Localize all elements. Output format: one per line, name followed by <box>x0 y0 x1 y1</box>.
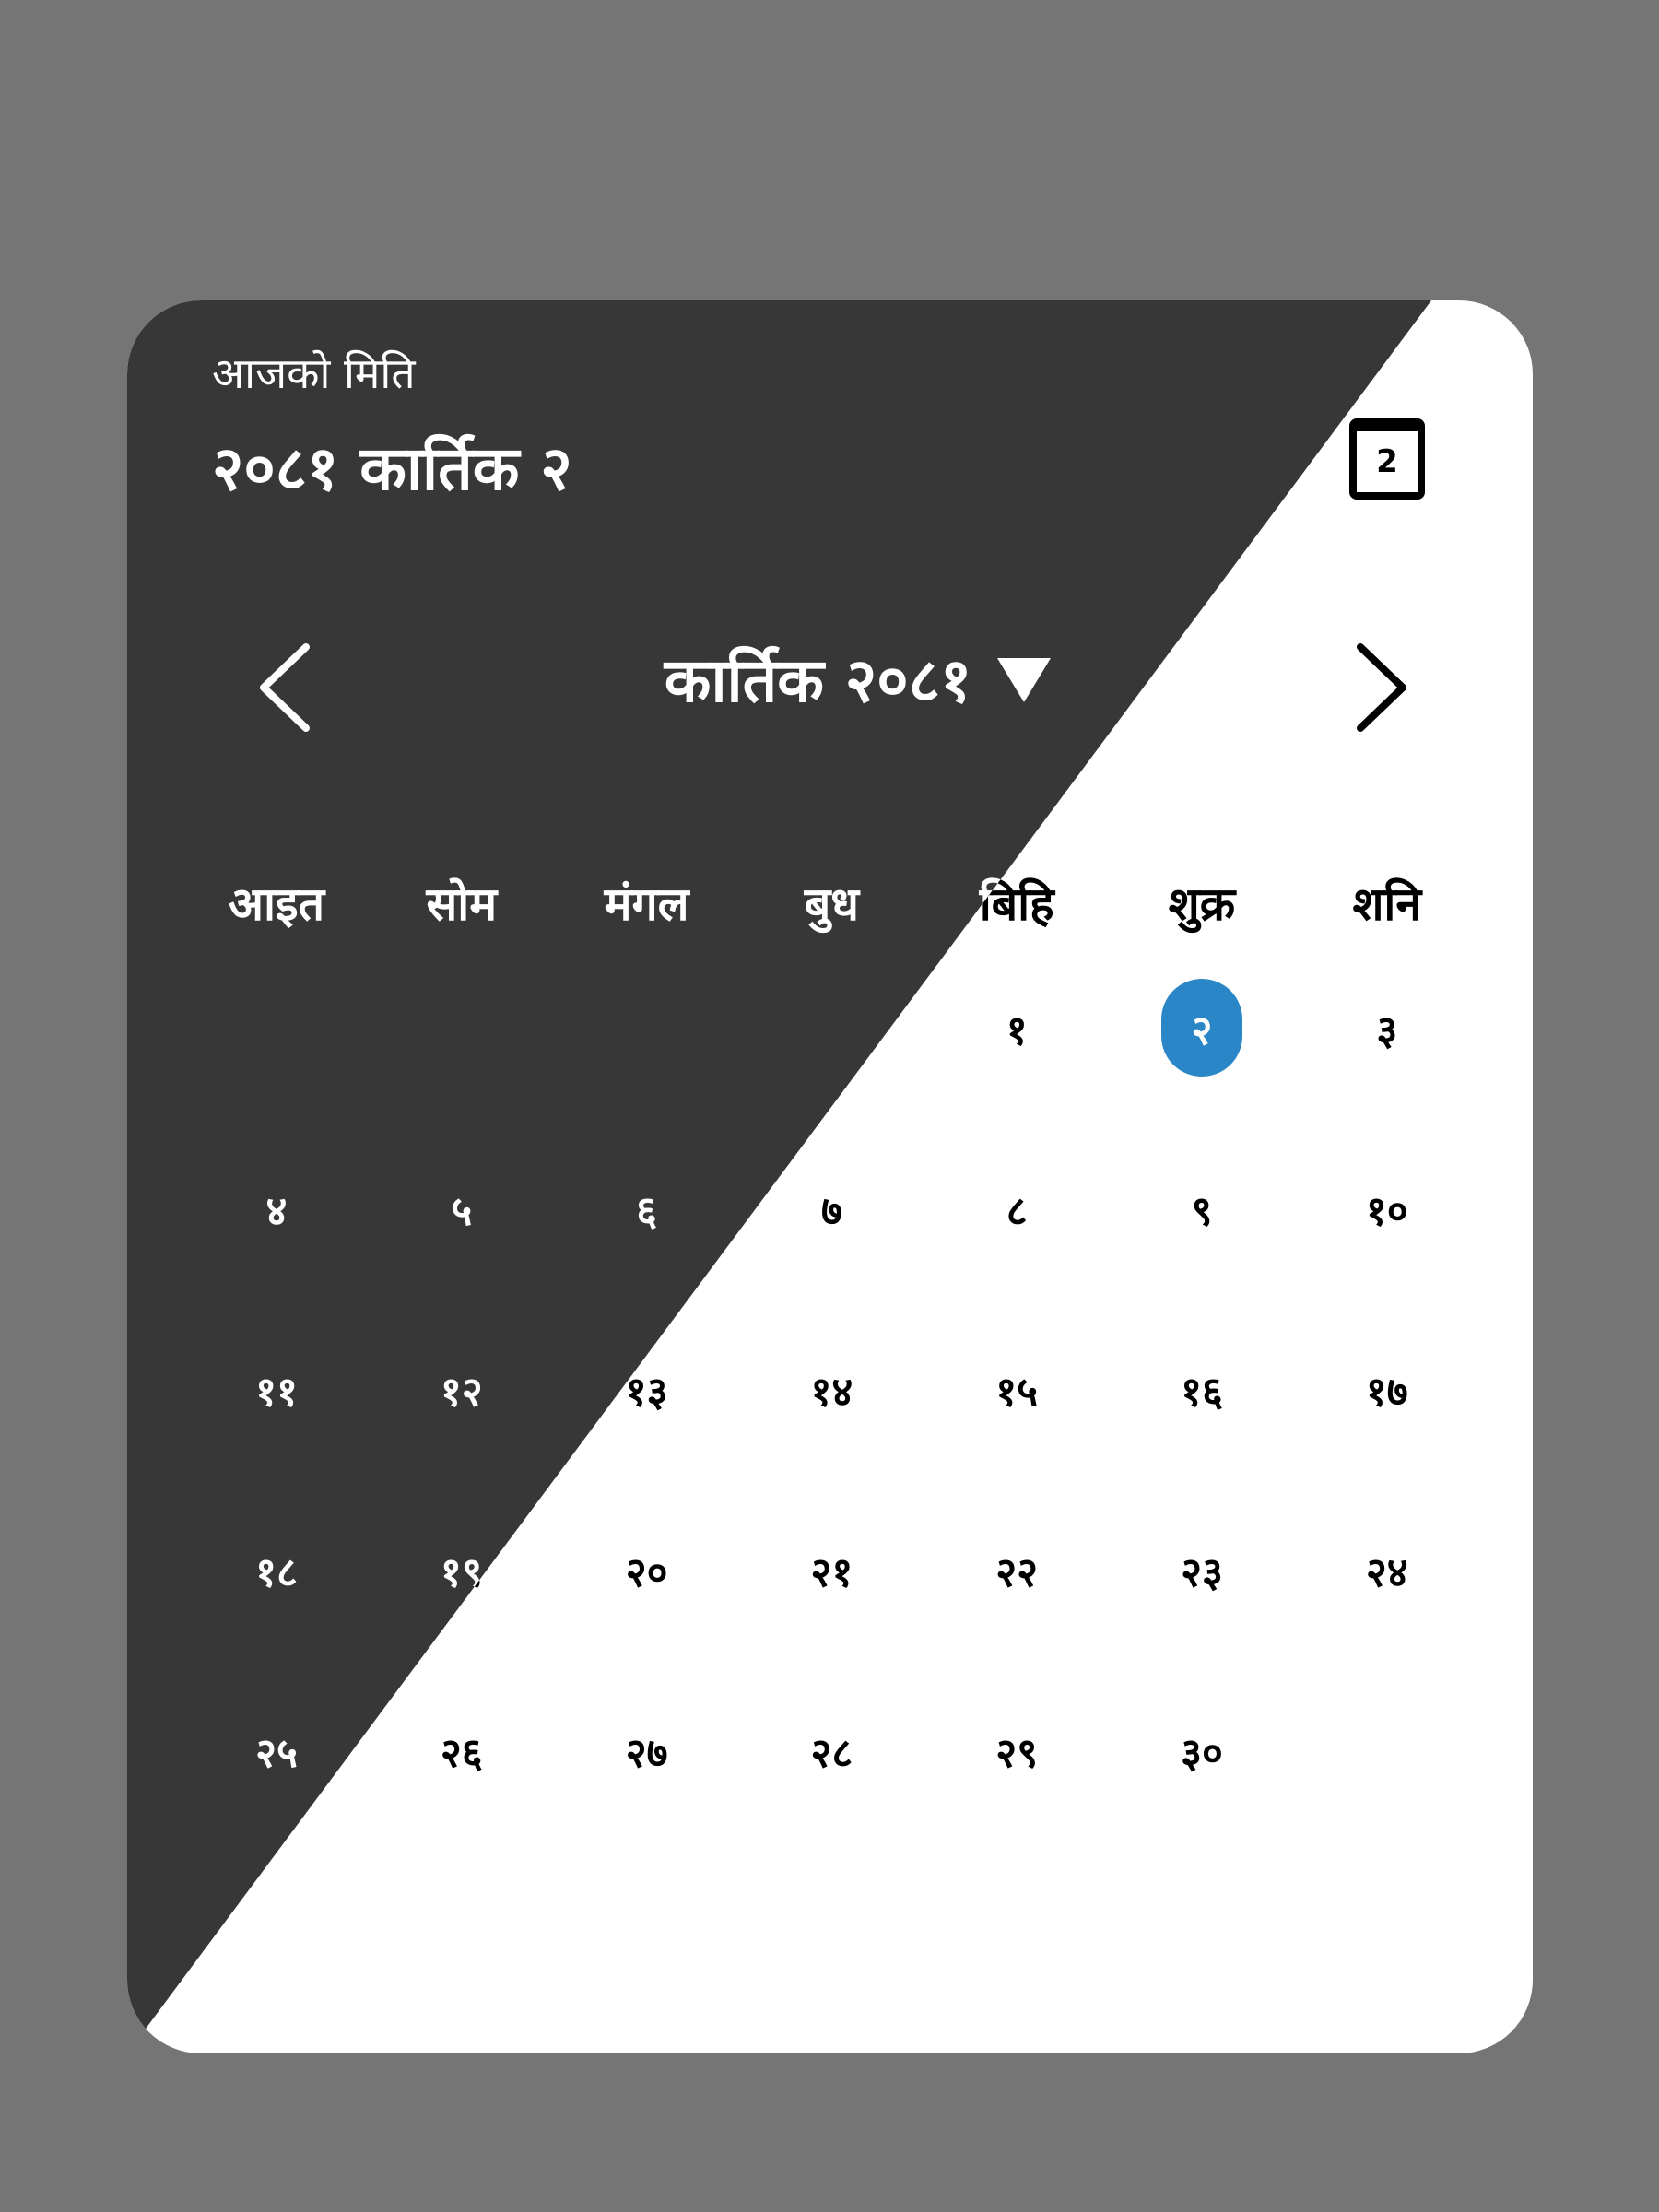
day-number: २ <box>1191 1007 1213 1054</box>
day-cell[interactable]: ५ <box>416 1163 508 1255</box>
day-number: २७ <box>625 1730 668 1777</box>
day-cell[interactable]: ११ <box>230 1344 323 1436</box>
day-number: ३ <box>1376 1007 1398 1054</box>
day-number: ४ <box>265 1188 288 1235</box>
day-number: २० <box>625 1549 668 1596</box>
day-cell[interactable]: १४ <box>785 1344 877 1436</box>
day-cell[interactable]: १८ <box>230 1524 323 1617</box>
weekday-label: आइत <box>228 877 325 931</box>
day-number: १६ <box>1181 1369 1223 1416</box>
day-number: १४ <box>810 1369 853 1416</box>
day-number: २८ <box>810 1730 853 1777</box>
day-cell[interactable]: १५ <box>971 1344 1063 1436</box>
day-cell[interactable]: १७ <box>1341 1344 1433 1436</box>
day-number: २३ <box>1181 1549 1223 1596</box>
day-number: २४ <box>1365 1549 1408 1596</box>
day-cell[interactable]: २७ <box>601 1705 693 1797</box>
day-cell[interactable]: २५ <box>230 1705 323 1797</box>
weekday-label: शुक्र <box>1168 877 1236 931</box>
day-number: ५ <box>451 1188 473 1235</box>
calendar-icon-day: 2 <box>1376 443 1398 480</box>
weekday-label: सोम <box>426 877 498 931</box>
day-cell[interactable]: ६ <box>601 1163 693 1255</box>
day-cell[interactable]: १६ <box>1156 1344 1248 1436</box>
day-cell[interactable]: १२ <box>416 1344 508 1436</box>
day-cell[interactable]: ३० <box>1156 1705 1248 1797</box>
day-cell[interactable]: ३ <box>1341 982 1433 1075</box>
today-label: आजको मिति <box>212 348 416 398</box>
day-number: ८ <box>1006 1188 1028 1235</box>
next-month-button[interactable] <box>1346 641 1419 734</box>
day-cell-selected[interactable]: २ <box>1156 979 1248 1077</box>
day-cell[interactable]: २३ <box>1156 1524 1248 1617</box>
day-cell[interactable]: ४ <box>230 1163 323 1255</box>
day-cell[interactable]: ८ <box>971 1163 1063 1255</box>
day-number: २६ <box>440 1730 483 1777</box>
day-number: १० <box>1365 1188 1408 1235</box>
calendar-card: आजको मिति २०८१ कार्तिक २ कार्तिक २०८१ आइ… <box>127 300 1533 2053</box>
day-number: ३० <box>1181 1730 1223 1777</box>
weekday-label: मंगल <box>604 877 689 931</box>
day-number: २१ <box>810 1549 853 1596</box>
today-calendar-button[interactable]: 2 <box>1349 418 1425 500</box>
day-cell[interactable]: २४ <box>1341 1524 1433 1617</box>
today-date: २०८१ कार्तिक २ <box>212 433 572 504</box>
day-number: ६ <box>636 1188 658 1235</box>
day-cell[interactable]: ७ <box>785 1163 877 1255</box>
day-number: १ <box>1006 1007 1028 1054</box>
day-number: २५ <box>255 1730 298 1777</box>
day-number: १८ <box>255 1549 298 1596</box>
weekday-label: शनि <box>1352 877 1422 931</box>
day-cell[interactable]: २० <box>601 1524 693 1617</box>
day-number: २२ <box>995 1549 1039 1596</box>
day-number: ७ <box>820 1188 842 1235</box>
day-cell[interactable]: १ <box>971 982 1063 1075</box>
month-title: कार्तिक २०८१ <box>664 645 972 716</box>
day-cell[interactable]: २८ <box>785 1705 877 1797</box>
day-cell[interactable]: १० <box>1341 1163 1433 1255</box>
day-number: १७ <box>1365 1369 1408 1416</box>
chevron-right-icon <box>1357 643 1406 732</box>
day-cell[interactable]: २२ <box>971 1524 1063 1617</box>
day-number: ९ <box>1191 1188 1213 1235</box>
day-cell[interactable]: २१ <box>785 1524 877 1617</box>
day-cell[interactable]: २६ <box>416 1705 508 1797</box>
weekday-label: बुध <box>804 877 860 931</box>
day-number: १५ <box>995 1369 1039 1416</box>
day-number: १२ <box>440 1369 483 1416</box>
day-number: २९ <box>995 1730 1039 1777</box>
day-cell[interactable]: ९ <box>1156 1163 1248 1255</box>
day-number: ११ <box>255 1369 298 1416</box>
day-cell[interactable]: २९ <box>971 1705 1063 1797</box>
caret-down-icon <box>997 658 1052 702</box>
